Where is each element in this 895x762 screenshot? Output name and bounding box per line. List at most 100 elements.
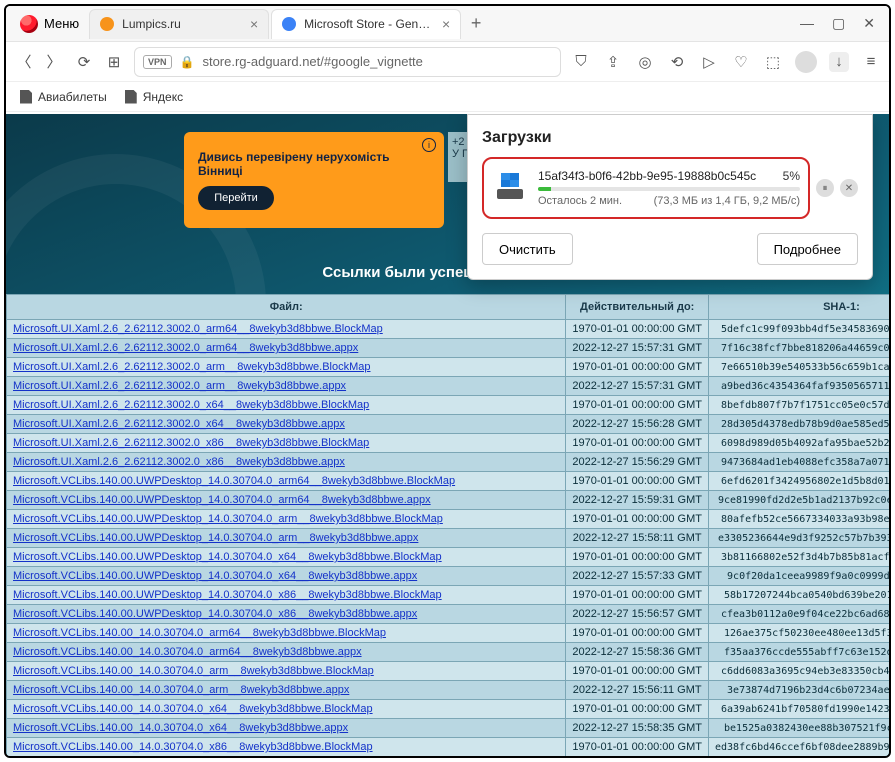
sha-cell: e3305236644e9d3f9252c57b7b3936c0de2c3591… <box>708 529 889 548</box>
file-cell: Microsoft.VCLibs.140.00.UWPDesktop_14.0.… <box>7 472 566 491</box>
back-icon[interactable]: 〈 <box>14 52 34 72</box>
ad-banner[interactable]: i Дивись перевірену нерухомість Вінниці … <box>184 132 444 228</box>
close-icon[interactable]: × <box>442 16 450 32</box>
sha-cell: 80afefb52ce5667334033a93b98e0db8669f942b <box>708 510 889 529</box>
opera-menu-button[interactable]: Меню <box>12 11 87 37</box>
file-link[interactable]: Microsoft.VCLibs.140.00.UWPDesktop_14.0.… <box>13 513 443 525</box>
page-content: i Дивись перевірену нерухомість Вінниці … <box>6 114 889 756</box>
date-cell: 2022-12-27 15:59:31 GMT <box>566 491 709 510</box>
file-link[interactable]: Microsoft.VCLibs.140.00_14.0.30704.0_x64… <box>13 703 373 715</box>
file-link[interactable]: Microsoft.VCLibs.140.00_14.0.30704.0_arm… <box>13 646 362 658</box>
reload-icon[interactable]: ⟳ <box>74 52 94 72</box>
date-cell: 2022-12-27 15:58:35 GMT <box>566 719 709 738</box>
date-cell: 1970-01-01 00:00:00 GMT <box>566 434 709 453</box>
th-date: Действительный до: <box>566 295 709 320</box>
file-link[interactable]: Microsoft.VCLibs.140.00.UWPDesktop_14.0.… <box>13 570 417 582</box>
table-row: Microsoft.UI.Xaml.2.6_2.62112.3002.0_x86… <box>7 434 890 453</box>
table-row: Microsoft.VCLibs.140.00.UWPDesktop_14.0.… <box>7 529 890 548</box>
sha-cell: 6efd6201f3424956802e1d5b8d01cd0ef33b47f5 <box>708 472 889 491</box>
lock-icon[interactable]: 🔒 <box>180 55 195 69</box>
file-link[interactable]: Microsoft.VCLibs.140.00.UWPDesktop_14.0.… <box>13 494 431 506</box>
file-link[interactable]: Microsoft.UI.Xaml.2.6_2.62112.3002.0_arm… <box>13 323 383 335</box>
file-cell: Microsoft.VCLibs.140.00_14.0.30704.0_x64… <box>7 700 566 719</box>
heart-icon[interactable]: ♡ <box>731 52 751 72</box>
download-item[interactable]: 15af34f3-b0f6-42bb-9e95-19888b0c545c 5% … <box>482 157 810 219</box>
sha-cell: 9473684ad1eb4088efc358a7a071c278b52d0a4a <box>708 453 889 472</box>
new-tab-button[interactable]: + <box>463 13 489 34</box>
bookmark-aviabilety[interactable]: Авиабилеты <box>20 90 107 104</box>
close-window-icon[interactable]: ✕ <box>863 15 875 32</box>
doc-icon <box>125 90 137 104</box>
file-link[interactable]: Microsoft.VCLibs.140.00_14.0.30704.0_arm… <box>13 627 386 639</box>
file-link[interactable]: Microsoft.VCLibs.140.00_14.0.30704.0_x64… <box>13 722 348 734</box>
table-row: Microsoft.UI.Xaml.2.6_2.62112.3002.0_arm… <box>7 358 890 377</box>
pause-icon[interactable]: ⏸ <box>816 179 834 197</box>
file-link[interactable]: Microsoft.VCLibs.140.00_14.0.30704.0_arm… <box>13 684 349 696</box>
file-link[interactable]: Microsoft.UI.Xaml.2.6_2.62112.3002.0_arm… <box>13 342 358 354</box>
more-button[interactable]: Подробнее <box>757 233 858 265</box>
file-link[interactable]: Microsoft.UI.Xaml.2.6_2.62112.3002.0_x64… <box>13 418 345 430</box>
snapshot-icon[interactable]: ◎ <box>635 52 655 72</box>
sha-cell: cfea3b0112a0e9f04ce22bc6ad686b260ff7f6e3 <box>708 605 889 624</box>
file-link[interactable]: Microsoft.VCLibs.140.00.UWPDesktop_14.0.… <box>13 589 442 601</box>
speed-dial-icon[interactable]: ⊞ <box>104 52 124 72</box>
maximize-icon[interactable]: ▢ <box>832 15 845 32</box>
profile-icon[interactable] <box>795 51 817 73</box>
share-icon[interactable]: ⇪ <box>603 52 623 72</box>
file-link[interactable]: Microsoft.UI.Xaml.2.6_2.62112.3002.0_x86… <box>13 456 345 468</box>
file-link[interactable]: Microsoft.UI.Xaml.2.6_2.62112.3002.0_arm… <box>13 380 346 392</box>
date-cell: 2022-12-27 15:57:31 GMT <box>566 339 709 358</box>
cube-icon[interactable]: ⬚ <box>763 52 783 72</box>
downloads-button[interactable]: ↓ <box>829 52 849 72</box>
file-link[interactable]: Microsoft.VCLibs.140.00.UWPDesktop_14.0.… <box>13 475 455 487</box>
vpn-badge[interactable]: VPN <box>143 55 172 69</box>
shield-icon[interactable]: ⛉ <box>571 52 591 72</box>
minimize-icon[interactable]: ― <box>800 15 814 32</box>
file-link[interactable]: Microsoft.UI.Xaml.2.6_2.62112.3002.0_arm… <box>13 361 371 373</box>
ad-cta-button[interactable]: Перейти <box>198 186 274 210</box>
bookmark-yandex[interactable]: Яндекс <box>125 90 183 104</box>
clear-button[interactable]: Очистить <box>482 233 573 265</box>
date-cell: 1970-01-01 00:00:00 GMT <box>566 358 709 377</box>
file-link[interactable]: Microsoft.UI.Xaml.2.6_2.62112.3002.0_x86… <box>13 437 369 449</box>
file-cell: Microsoft.VCLibs.140.00_14.0.30704.0_arm… <box>7 643 566 662</box>
date-cell: 1970-01-01 00:00:00 GMT <box>566 586 709 605</box>
url-box[interactable]: VPN 🔒 store.rg-adguard.net/#google_vigne… <box>134 47 561 77</box>
pin-icon[interactable]: ▷ <box>699 52 719 72</box>
table-row: Microsoft.VCLibs.140.00_14.0.30704.0_arm… <box>7 643 890 662</box>
ad-close-icon[interactable]: i <box>422 138 436 152</box>
downloads-title: Загрузки <box>482 129 858 147</box>
file-link[interactable]: Microsoft.VCLibs.140.00.UWPDesktop_14.0.… <box>13 608 417 620</box>
table-row: Microsoft.UI.Xaml.2.6_2.62112.3002.0_arm… <box>7 339 890 358</box>
date-cell: 1970-01-01 00:00:00 GMT <box>566 396 709 415</box>
file-cell: Microsoft.VCLibs.140.00.UWPDesktop_14.0.… <box>7 548 566 567</box>
file-link[interactable]: Microsoft.VCLibs.140.00_14.0.30704.0_arm… <box>13 665 374 677</box>
easy-setup-icon[interactable]: ≡ <box>861 52 881 72</box>
file-link[interactable]: Microsoft.VCLibs.140.00.UWPDesktop_14.0.… <box>13 551 442 563</box>
sync-icon[interactable]: ⟲ <box>667 52 687 72</box>
forward-icon[interactable]: 〉 <box>44 52 64 72</box>
bookmark-label: Яндекс <box>143 90 183 104</box>
file-cell: Microsoft.UI.Xaml.2.6_2.62112.3002.0_x64… <box>7 396 566 415</box>
file-link[interactable]: Microsoft.VCLibs.140.00.UWPDesktop_14.0.… <box>13 532 418 544</box>
url-text: store.rg-adguard.net/#google_vignette <box>202 54 552 69</box>
tab-msstore[interactable]: Microsoft Store - Generatic × <box>271 9 461 39</box>
table-row: Microsoft.VCLibs.140.00.UWPDesktop_14.0.… <box>7 510 890 529</box>
cancel-download-icon[interactable]: ✕ <box>840 179 858 197</box>
tab-title: Lumpics.ru <box>122 17 242 31</box>
date-cell: 2022-12-27 15:56:57 GMT <box>566 605 709 624</box>
date-cell: 2022-12-27 15:56:28 GMT <box>566 415 709 434</box>
table-row: Microsoft.VCLibs.140.00.UWPDesktop_14.0.… <box>7 491 890 510</box>
file-cell: Microsoft.UI.Xaml.2.6_2.62112.3002.0_arm… <box>7 358 566 377</box>
close-icon[interactable]: × <box>250 16 258 32</box>
file-cell: Microsoft.VCLibs.140.00.UWPDesktop_14.0.… <box>7 510 566 529</box>
window-controls: ― ▢ ✕ <box>792 15 883 32</box>
file-link[interactable]: Microsoft.VCLibs.140.00_14.0.30704.0_x86… <box>13 741 373 753</box>
download-percent: 5% <box>783 169 800 183</box>
file-link[interactable]: Microsoft.UI.Xaml.2.6_2.62112.3002.0_x64… <box>13 399 369 411</box>
ad-text: Дивись перевірену нерухомість Вінниці <box>198 150 430 178</box>
file-cell: Microsoft.VCLibs.140.00_14.0.30704.0_arm… <box>7 681 566 700</box>
sha-cell: 6a39ab6241bf70580fd1990e14237c125fd67f09 <box>708 700 889 719</box>
tab-lumpics[interactable]: Lumpics.ru × <box>89 9 269 39</box>
date-cell: 2022-12-27 15:58:36 GMT <box>566 643 709 662</box>
